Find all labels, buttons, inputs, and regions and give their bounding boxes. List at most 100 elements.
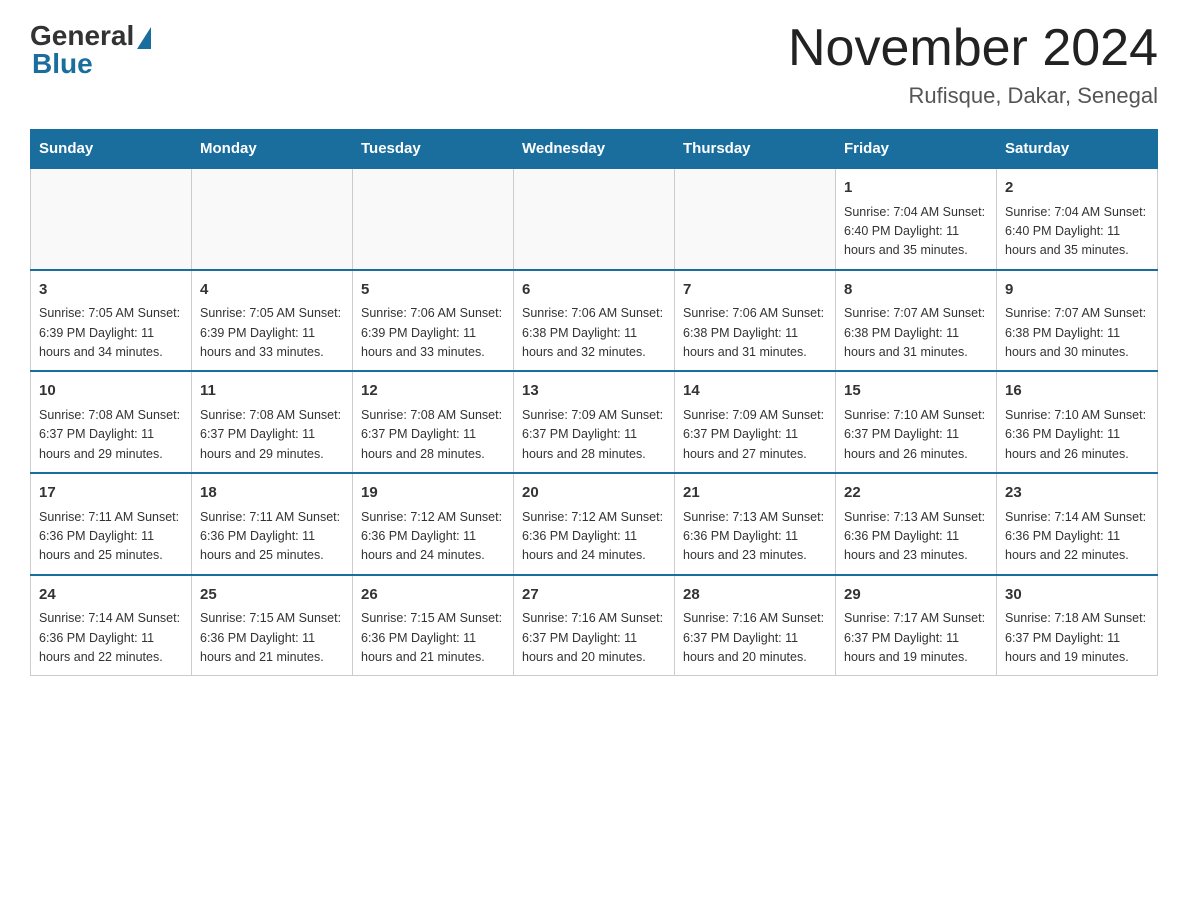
column-header-monday: Monday xyxy=(192,130,353,169)
day-info: Sunrise: 7:12 AM Sunset: 6:36 PM Dayligh… xyxy=(522,508,666,566)
day-info: Sunrise: 7:13 AM Sunset: 6:36 PM Dayligh… xyxy=(683,508,827,566)
calendar-cell: 8Sunrise: 7:07 AM Sunset: 6:38 PM Daylig… xyxy=(836,270,997,372)
calendar-header-row: SundayMondayTuesdayWednesdayThursdayFrid… xyxy=(31,130,1158,169)
day-number: 30 xyxy=(1005,584,1149,607)
week-row-2: 3Sunrise: 7:05 AM Sunset: 6:39 PM Daylig… xyxy=(31,270,1158,372)
day-number: 15 xyxy=(844,380,988,403)
column-header-thursday: Thursday xyxy=(675,130,836,169)
column-header-wednesday: Wednesday xyxy=(514,130,675,169)
day-number: 16 xyxy=(1005,380,1149,403)
day-info: Sunrise: 7:17 AM Sunset: 6:37 PM Dayligh… xyxy=(844,609,988,667)
day-info: Sunrise: 7:13 AM Sunset: 6:36 PM Dayligh… xyxy=(844,508,988,566)
calendar-cell: 28Sunrise: 7:16 AM Sunset: 6:37 PM Dayli… xyxy=(675,575,836,676)
day-number: 25 xyxy=(200,584,344,607)
day-info: Sunrise: 7:04 AM Sunset: 6:40 PM Dayligh… xyxy=(1005,203,1149,261)
day-number: 21 xyxy=(683,482,827,505)
calendar-cell: 5Sunrise: 7:06 AM Sunset: 6:39 PM Daylig… xyxy=(353,270,514,372)
day-number: 10 xyxy=(39,380,183,403)
day-number: 17 xyxy=(39,482,183,505)
title-area: November 2024 Rufisque, Dakar, Senegal xyxy=(788,20,1158,109)
week-row-1: 1 Sunrise: 7:04 AM Sunset: 6:40 PM Daylig… xyxy=(31,168,1158,270)
day-info: Sunrise: 7:07 AM Sunset: 6:38 PM Dayligh… xyxy=(844,304,988,362)
day-number: 14 xyxy=(683,380,827,403)
day-info: Sunrise: 7:10 AM Sunset: 6:36 PM Dayligh… xyxy=(1005,406,1149,464)
day-number: 5 xyxy=(361,279,505,302)
calendar-cell: 25Sunrise: 7:15 AM Sunset: 6:36 PM Dayli… xyxy=(192,575,353,676)
calendar-cell: 27Sunrise: 7:16 AM Sunset: 6:37 PM Dayli… xyxy=(514,575,675,676)
day-number: 18 xyxy=(200,482,344,505)
calendar-cell: 23 Sunrise: 7:14 AM Sunset: 6:36 PM Dayli… xyxy=(997,473,1158,575)
day-info: Sunrise: 7:08 AM Sunset: 6:37 PM Dayligh… xyxy=(39,406,183,464)
day-number: 2 xyxy=(1005,177,1149,200)
calendar-title: November 2024 xyxy=(788,20,1158,77)
calendar-cell: 30Sunrise: 7:18 AM Sunset: 6:37 PM Dayli… xyxy=(997,575,1158,676)
day-number: 12 xyxy=(361,380,505,403)
calendar-cell: 18 Sunrise: 7:11 AM Sunset: 6:36 PM Dayli… xyxy=(192,473,353,575)
column-header-sunday: Sunday xyxy=(31,130,192,169)
calendar-cell: 16 Sunrise: 7:10 AM Sunset: 6:36 PM Dayli… xyxy=(997,371,1158,473)
week-row-5: 24Sunrise: 7:14 AM Sunset: 6:36 PM Dayli… xyxy=(31,575,1158,676)
day-info: Sunrise: 7:16 AM Sunset: 6:37 PM Dayligh… xyxy=(683,609,827,667)
calendar-cell: 6Sunrise: 7:06 AM Sunset: 6:38 PM Daylig… xyxy=(514,270,675,372)
calendar-cell: 19 Sunrise: 7:12 AM Sunset: 6:36 PM Dayli… xyxy=(353,473,514,575)
calendar-cell: 22Sunrise: 7:13 AM Sunset: 6:36 PM Dayli… xyxy=(836,473,997,575)
day-number: 9 xyxy=(1005,279,1149,302)
day-number: 8 xyxy=(844,279,988,302)
column-header-saturday: Saturday xyxy=(997,130,1158,169)
day-info: Sunrise: 7:06 AM Sunset: 6:38 PM Dayligh… xyxy=(522,304,666,362)
calendar-cell: 20Sunrise: 7:12 AM Sunset: 6:36 PM Dayli… xyxy=(514,473,675,575)
calendar-cell: 21 Sunrise: 7:13 AM Sunset: 6:36 PM Dayli… xyxy=(675,473,836,575)
calendar-cell: 11 Sunrise: 7:08 AM Sunset: 6:37 PM Dayli… xyxy=(192,371,353,473)
column-header-tuesday: Tuesday xyxy=(353,130,514,169)
day-number: 1 xyxy=(844,177,988,200)
day-info: Sunrise: 7:12 AM Sunset: 6:36 PM Dayligh… xyxy=(361,508,505,566)
day-info: Sunrise: 7:07 AM Sunset: 6:38 PM Dayligh… xyxy=(1005,304,1149,362)
calendar-cell: 9Sunrise: 7:07 AM Sunset: 6:38 PM Daylig… xyxy=(997,270,1158,372)
day-info: Sunrise: 7:14 AM Sunset: 6:36 PM Dayligh… xyxy=(1005,508,1149,566)
day-number: 23 xyxy=(1005,482,1149,505)
week-row-4: 17 Sunrise: 7:11 AM Sunset: 6:36 PM Dayli… xyxy=(31,473,1158,575)
column-header-friday: Friday xyxy=(836,130,997,169)
calendar-subtitle: Rufisque, Dakar, Senegal xyxy=(788,83,1158,109)
week-row-3: 10 Sunrise: 7:08 AM Sunset: 6:37 PM Dayli… xyxy=(31,371,1158,473)
day-info: Sunrise: 7:08 AM Sunset: 6:37 PM Dayligh… xyxy=(361,406,505,464)
calendar-cell: 15 Sunrise: 7:10 AM Sunset: 6:37 PM Dayli… xyxy=(836,371,997,473)
calendar-cell: 17 Sunrise: 7:11 AM Sunset: 6:36 PM Dayli… xyxy=(31,473,192,575)
day-info: Sunrise: 7:04 AM Sunset: 6:40 PM Dayligh… xyxy=(844,203,988,261)
day-info: Sunrise: 7:18 AM Sunset: 6:37 PM Dayligh… xyxy=(1005,609,1149,667)
day-info: Sunrise: 7:06 AM Sunset: 6:39 PM Dayligh… xyxy=(361,304,505,362)
calendar-cell: 12 Sunrise: 7:08 AM Sunset: 6:37 PM Dayli… xyxy=(353,371,514,473)
calendar-cell: 26Sunrise: 7:15 AM Sunset: 6:36 PM Dayli… xyxy=(353,575,514,676)
day-number: 11 xyxy=(200,380,344,403)
calendar-cell xyxy=(192,168,353,270)
day-number: 7 xyxy=(683,279,827,302)
day-info: Sunrise: 7:06 AM Sunset: 6:38 PM Dayligh… xyxy=(683,304,827,362)
day-info: Sunrise: 7:15 AM Sunset: 6:36 PM Dayligh… xyxy=(361,609,505,667)
day-info: Sunrise: 7:09 AM Sunset: 6:37 PM Dayligh… xyxy=(522,406,666,464)
day-info: Sunrise: 7:11 AM Sunset: 6:36 PM Dayligh… xyxy=(39,508,183,566)
calendar-cell: 2 Sunrise: 7:04 AM Sunset: 6:40 PM Daylig… xyxy=(997,168,1158,270)
day-info: Sunrise: 7:11 AM Sunset: 6:36 PM Dayligh… xyxy=(200,508,344,566)
calendar-cell: 4Sunrise: 7:05 AM Sunset: 6:39 PM Daylig… xyxy=(192,270,353,372)
day-info: Sunrise: 7:09 AM Sunset: 6:37 PM Dayligh… xyxy=(683,406,827,464)
day-info: Sunrise: 7:05 AM Sunset: 6:39 PM Dayligh… xyxy=(39,304,183,362)
day-info: Sunrise: 7:10 AM Sunset: 6:37 PM Dayligh… xyxy=(844,406,988,464)
day-info: Sunrise: 7:16 AM Sunset: 6:37 PM Dayligh… xyxy=(522,609,666,667)
day-number: 24 xyxy=(39,584,183,607)
logo: General Blue xyxy=(30,20,151,80)
day-number: 6 xyxy=(522,279,666,302)
day-number: 4 xyxy=(200,279,344,302)
logo-triangle-icon xyxy=(137,27,151,49)
day-info: Sunrise: 7:05 AM Sunset: 6:39 PM Dayligh… xyxy=(200,304,344,362)
calendar-cell: 29Sunrise: 7:17 AM Sunset: 6:37 PM Dayli… xyxy=(836,575,997,676)
day-info: Sunrise: 7:08 AM Sunset: 6:37 PM Dayligh… xyxy=(200,406,344,464)
calendar-cell xyxy=(514,168,675,270)
calendar-cell: 24Sunrise: 7:14 AM Sunset: 6:36 PM Dayli… xyxy=(31,575,192,676)
day-number: 19 xyxy=(361,482,505,505)
day-info: Sunrise: 7:15 AM Sunset: 6:36 PM Dayligh… xyxy=(200,609,344,667)
calendar-table: SundayMondayTuesdayWednesdayThursdayFrid… xyxy=(30,129,1158,676)
calendar-cell xyxy=(675,168,836,270)
day-info: Sunrise: 7:14 AM Sunset: 6:36 PM Dayligh… xyxy=(39,609,183,667)
calendar-cell: 13 Sunrise: 7:09 AM Sunset: 6:37 PM Dayli… xyxy=(514,371,675,473)
day-number: 13 xyxy=(522,380,666,403)
